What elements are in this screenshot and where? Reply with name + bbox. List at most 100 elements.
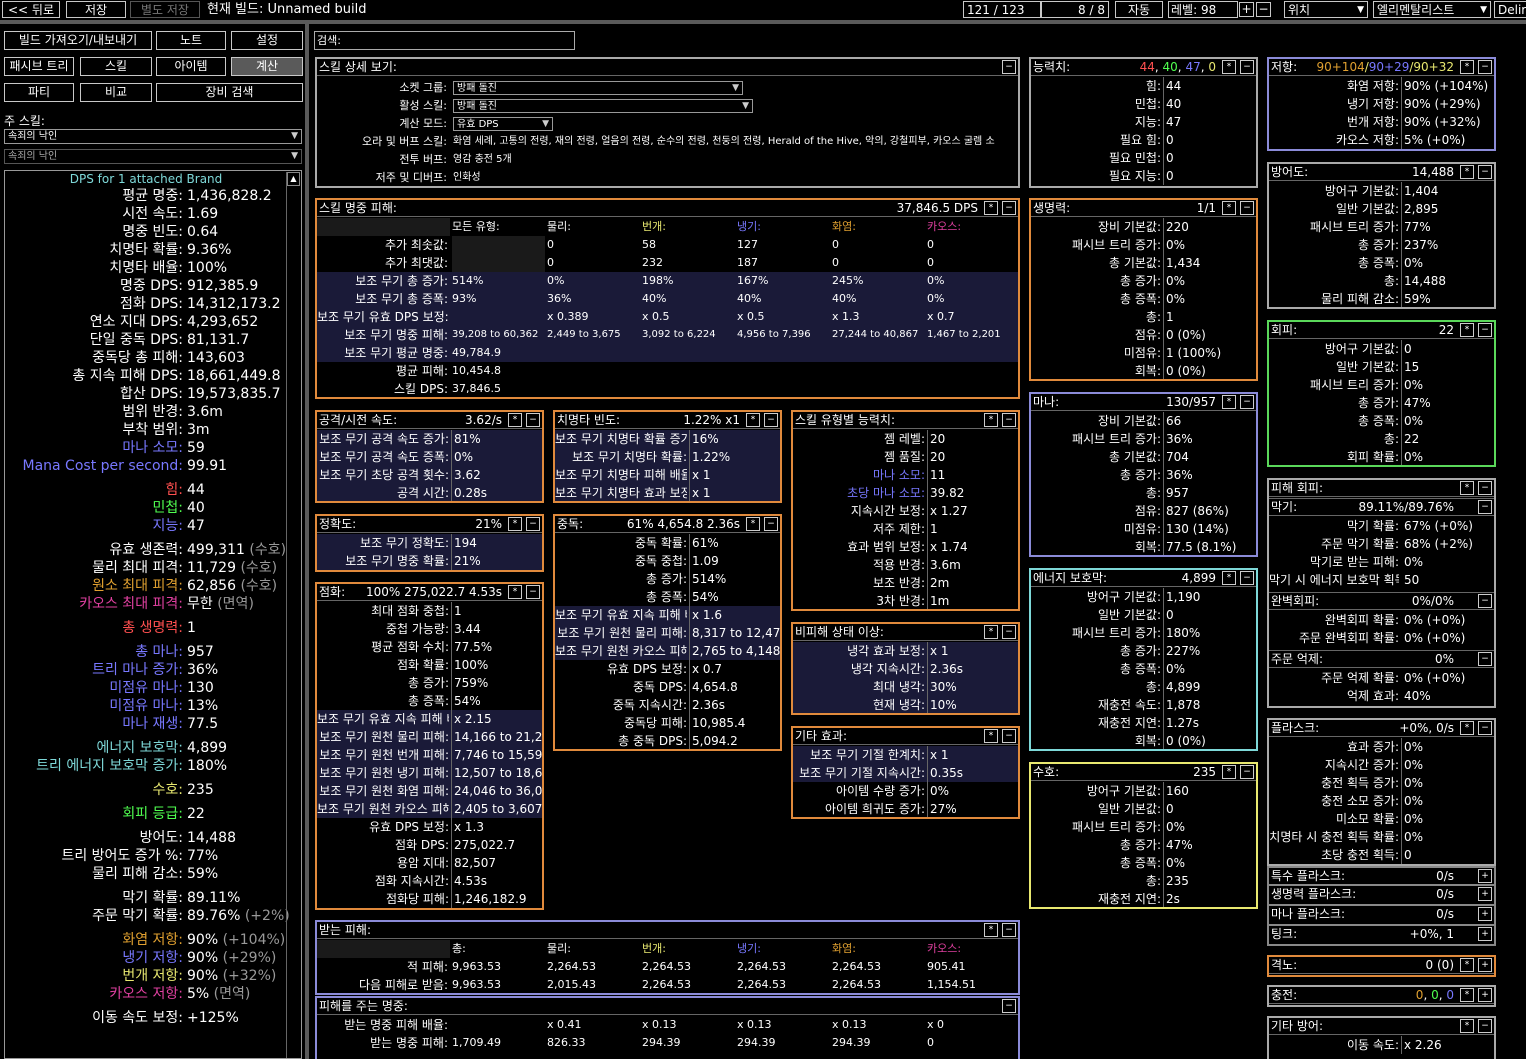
panel-collapse-button[interactable]: − (1240, 201, 1254, 215)
save-button[interactable]: 저장 (66, 1, 126, 18)
stat-value: 0% (1404, 555, 1424, 569)
detail-dropdown[interactable]: 방패 돌진 ▼ (453, 99, 753, 113)
stat-value: 1 (1166, 310, 1174, 324)
tab-party[interactable]: 파티 (4, 83, 74, 102)
panel-detail-button[interactable]: * (1222, 201, 1236, 215)
stat-label: 중독 지속시간: (612, 698, 687, 712)
panel-detail-button[interactable]: * (746, 413, 760, 427)
panel-collapse-button[interactable]: − (526, 517, 540, 531)
panel-collapse-button[interactable]: − (1002, 999, 1016, 1013)
back-button[interactable]: << 뒤로 (2, 1, 60, 18)
settings-button[interactable]: 설정 (231, 31, 303, 50)
panel-collapse-button[interactable]: − (1478, 481, 1492, 495)
expand-button[interactable]: + (1478, 927, 1492, 941)
stat-value: 90% (+104%) (1404, 79, 1489, 93)
panel-collapse-button[interactable]: − (1240, 395, 1254, 409)
panel-collapse-button[interactable]: − (1002, 413, 1016, 427)
panel-collapse-button[interactable]: − (1478, 165, 1492, 179)
stat-value: 5% (면역) (187, 986, 251, 1002)
panel-detail-button[interactable]: * (984, 201, 998, 215)
panel-collapse-button[interactable]: − (1002, 201, 1016, 215)
panel-collapse-button[interactable]: + (1478, 988, 1492, 1002)
panel-collapse-button[interactable]: − (1240, 765, 1254, 779)
panel-detail-button[interactable]: * (1222, 60, 1236, 74)
scroll-up-icon[interactable]: ▲ (287, 172, 300, 186)
tab-compare[interactable]: 비교 (80, 83, 152, 102)
panel-collapse-button[interactable]: + (1478, 958, 1492, 972)
subsection-collapse-button[interactable]: − (1478, 500, 1492, 514)
resist-value: 90+29 (1368, 60, 1410, 74)
panel-collapse-button[interactable]: − (764, 413, 778, 427)
row-divider (1401, 358, 1402, 376)
tab-calcs[interactable]: 계산 (231, 57, 303, 76)
panel-detail-button[interactable]: * (508, 413, 522, 427)
panel-collapse-button[interactable]: − (526, 585, 540, 599)
expand-button[interactable]: + (1478, 869, 1492, 883)
panel-collapse-button[interactable]: − (1240, 60, 1254, 74)
panel-detail-button[interactable]: * (1460, 988, 1474, 1002)
subsection-value: 0%/0% (1411, 594, 1454, 608)
panel-detail-button[interactable]: * (984, 625, 998, 639)
auto-level-button[interactable]: 자동 (1115, 1, 1163, 18)
tab-items[interactable]: 아이템 (156, 57, 226, 76)
sub-skill-dropdown[interactable]: 속죄의 낙인 ▼ (4, 149, 302, 164)
import-export-button[interactable]: 빌드 가져오기/내보내기 (4, 31, 152, 50)
panel-collapse-button[interactable]: − (526, 413, 540, 427)
stat-extra: (+104%) (218, 932, 286, 948)
stat-label: 재충전 지연: (1097, 716, 1161, 730)
tab-tree[interactable]: 패시브 트리 (4, 57, 74, 76)
expand-button[interactable]: + (1478, 887, 1492, 901)
panel-detail-button[interactable]: * (1460, 60, 1474, 74)
panel-collapse-button[interactable]: − (1002, 729, 1016, 743)
delirium-button[interactable]: Delir (1494, 1, 1526, 18)
panel-detail-button[interactable]: * (1460, 958, 1474, 972)
row-divider (451, 484, 452, 501)
panel-detail-button[interactable]: * (508, 585, 522, 599)
expand-button[interactable]: + (1478, 907, 1492, 921)
panel-collapse-button[interactable]: − (1240, 571, 1254, 585)
stats-scrollbar[interactable]: ▲ (286, 172, 300, 1058)
panel-detail-button[interactable]: * (984, 923, 998, 937)
ignite-panel: 점화: 100% 275,022.7 4.53s * − 최대 점화 중첩: 1 중첩 가능… (315, 582, 544, 910)
panel-detail-button[interactable]: * (508, 517, 522, 531)
level-up-button[interactable]: + (1239, 2, 1254, 17)
subsection-collapse-button[interactable]: − (1478, 652, 1492, 666)
stat-value: 0 (1166, 608, 1174, 622)
detail-dropdown[interactable]: 방패 돌진 ▼ (453, 81, 743, 95)
notes-button[interactable]: 노트 (156, 31, 226, 50)
panel-collapse-button[interactable]: − (1002, 60, 1016, 74)
stat-value: 100% (187, 260, 228, 276)
panel-detail-button[interactable]: * (984, 729, 998, 743)
save-as-button[interactable]: 별도 저장 (130, 1, 200, 18)
level-down-button[interactable]: − (1256, 2, 1271, 17)
stat-value: 3.6m (187, 404, 223, 420)
gear-search-button[interactable]: 장비 검색 (156, 83, 303, 102)
panel-collapse-button[interactable]: − (1478, 1019, 1492, 1033)
panel-title: 받는 피해: (319, 923, 372, 937)
panel-collapse-button[interactable]: − (1002, 625, 1016, 639)
panel-detail-button[interactable]: * (1460, 481, 1474, 495)
panel-collapse-button[interactable]: − (1478, 323, 1492, 337)
panel-detail-button[interactable]: * (1222, 765, 1236, 779)
panel-title: 플라스크: (1271, 721, 1320, 735)
subsection-collapse-button[interactable]: − (1478, 594, 1492, 608)
search-input[interactable]: 검색: (314, 31, 575, 50)
panel-collapse-button[interactable]: − (1478, 721, 1492, 735)
panel-detail-button[interactable]: * (1460, 721, 1474, 735)
stat-row: 총 증가: 47% (1269, 394, 1494, 412)
panel-collapse-button[interactable]: − (1478, 60, 1492, 74)
position-dropdown[interactable]: 위치 ▼ (1284, 1, 1368, 18)
panel-detail-button[interactable]: * (1222, 571, 1236, 585)
main-skill-dropdown[interactable]: 속죄의 낙인 ▼ (4, 129, 302, 144)
panel-detail-button[interactable]: * (746, 517, 760, 531)
tab-skills[interactable]: 스킬 (80, 57, 152, 76)
panel-detail-button[interactable]: * (1460, 1019, 1474, 1033)
detail-dropdown[interactable]: 유효 DPS ▼ (453, 117, 553, 131)
panel-collapse-button[interactable]: − (764, 517, 778, 531)
panel-detail-button[interactable]: * (1460, 165, 1474, 179)
panel-detail-button[interactable]: * (1460, 323, 1474, 337)
panel-detail-button[interactable]: * (984, 413, 998, 427)
panel-detail-button[interactable]: * (1222, 395, 1236, 409)
panel-collapse-button[interactable]: − (1002, 923, 1016, 937)
class-dropdown[interactable]: 엘리멘탈리스트 ▼ (1373, 1, 1491, 18)
